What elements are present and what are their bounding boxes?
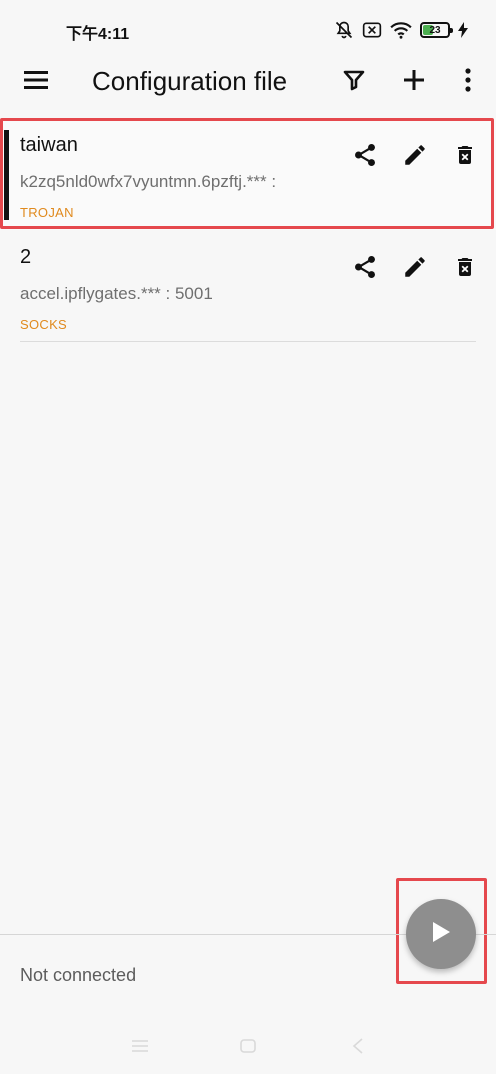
filter-icon [342, 68, 366, 97]
mute-bell-icon [334, 20, 354, 40]
status-icons: 23 [334, 20, 468, 40]
config-actions [350, 254, 480, 284]
add-icon [403, 69, 425, 96]
delete-button[interactable] [450, 142, 480, 172]
share-icon [352, 142, 378, 173]
menu-button[interactable] [18, 64, 54, 100]
config-address: accel.ipflygates.*** : 5001 [20, 284, 213, 303]
add-config-button[interactable] [396, 64, 432, 100]
page-title: Configuration file [92, 66, 288, 96]
edit-icon [402, 142, 428, 173]
play-icon [430, 920, 452, 949]
nav-back-button[interactable] [346, 1036, 370, 1060]
delete-icon [453, 142, 477, 173]
config-protocol: TROJAN [20, 205, 74, 220]
nav-home-button[interactable] [236, 1036, 260, 1060]
status-time: 下午4:11 [66, 26, 130, 43]
battery-level: 23 [429, 24, 441, 36]
more-vert-icon [465, 67, 471, 97]
delete-button[interactable] [450, 254, 480, 284]
connection-status: Not connected [20, 965, 137, 985]
config-list: taiwan k2zq5nld0wfx7vyuntmn.6pzftj.*** :… [0, 118, 496, 342]
connect-button[interactable] [406, 899, 476, 969]
config-name: 2 [20, 246, 32, 268]
sim-x-icon [362, 21, 382, 39]
nav-recents-button[interactable] [128, 1036, 152, 1060]
delete-icon [453, 254, 477, 285]
config-item-taiwan[interactable]: taiwan k2zq5nld0wfx7vyuntmn.6pzftj.*** :… [0, 118, 496, 230]
menu-icon [23, 70, 49, 95]
config-address: k2zq5nld0wfx7vyuntmn.6pzftj.*** : [20, 172, 277, 191]
edit-button[interactable] [400, 142, 430, 172]
home-icon [239, 1038, 257, 1059]
list-divider [20, 341, 476, 342]
wifi-icon [390, 21, 412, 39]
config-actions [350, 142, 480, 172]
recents-icon [131, 1039, 149, 1058]
back-icon [351, 1037, 365, 1059]
status-bar: 下午4:11 23 [0, 0, 496, 60]
system-nav-bar [0, 1030, 496, 1066]
edit-button[interactable] [400, 254, 430, 284]
config-item-2[interactable]: 2 accel.ipflygates.*** : 5001 SOCKS [0, 230, 496, 342]
config-protocol: SOCKS [20, 317, 68, 332]
selected-indicator [4, 130, 9, 220]
share-button[interactable] [350, 254, 380, 284]
charging-icon [458, 22, 468, 38]
more-options-button[interactable] [450, 64, 486, 100]
filter-button[interactable] [336, 64, 372, 100]
share-button[interactable] [350, 142, 380, 172]
share-icon [352, 254, 378, 285]
battery-icon: 23 [420, 22, 453, 38]
app-toolbar: Configuration file [0, 56, 496, 108]
config-name: taiwan [20, 134, 78, 156]
edit-icon [402, 254, 428, 285]
